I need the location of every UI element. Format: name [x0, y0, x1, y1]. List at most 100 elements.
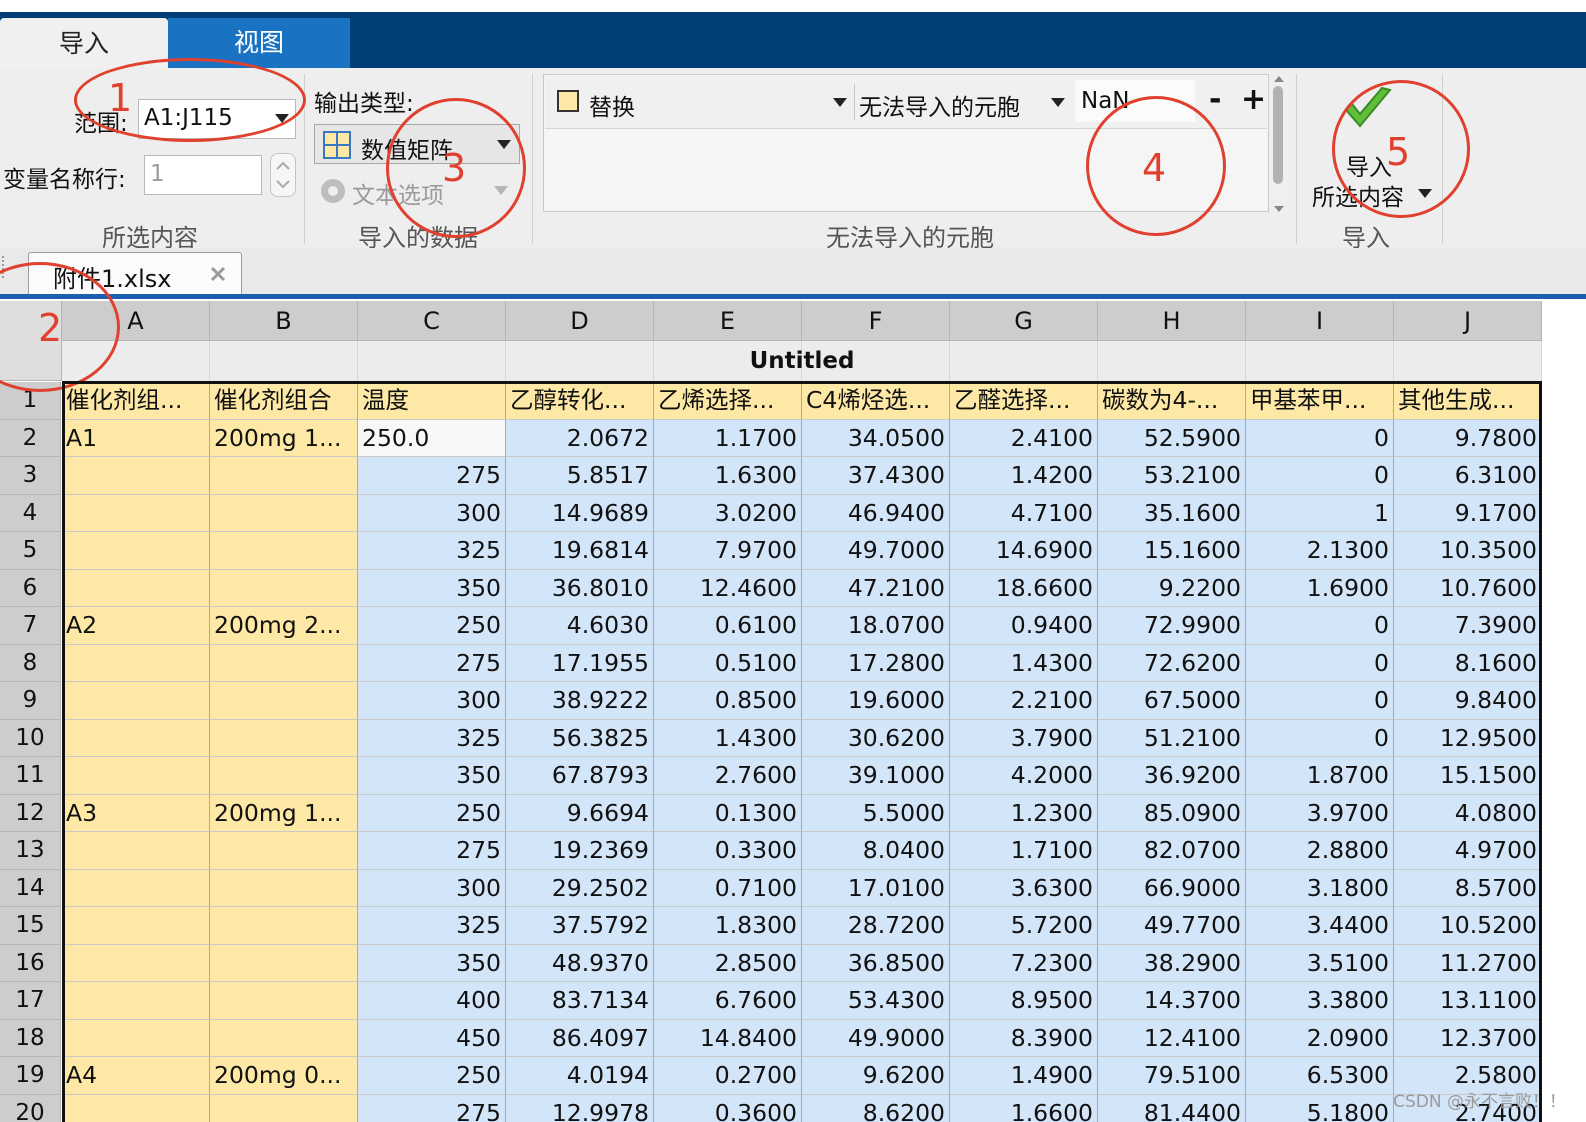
row-header[interactable]: 16 — [0, 944, 61, 982]
row-header[interactable]: 7 — [0, 607, 61, 645]
table-cell[interactable]: 34.0500 — [802, 419, 950, 457]
variable-name-cell[interactable] — [1394, 341, 1542, 381]
table-cell[interactable] — [62, 569, 210, 607]
variable-name-cell[interactable] — [1098, 341, 1246, 381]
table-cell[interactable]: 250 — [358, 607, 506, 645]
table-cell[interactable] — [210, 719, 358, 757]
table-cell[interactable]: 53.2100 — [1098, 457, 1246, 495]
table-cell[interactable]: 2.8500 — [654, 944, 802, 982]
table-cell[interactable] — [62, 1094, 210, 1122]
table-cell[interactable] — [210, 757, 358, 795]
table-cell[interactable]: 38.9222 — [506, 682, 654, 720]
table-cell[interactable]: 250 — [358, 1057, 506, 1095]
rule-action-chevron-down-icon[interactable] — [833, 98, 847, 107]
table-cell[interactable]: 19.6000 — [802, 682, 950, 720]
table-cell[interactable]: 4.0800 — [1394, 794, 1542, 832]
table-cell[interactable]: 6.5300 — [1246, 1057, 1394, 1095]
table-cell[interactable] — [62, 757, 210, 795]
table-cell[interactable]: 37.5792 — [506, 907, 654, 945]
table-cell[interactable]: 3.9700 — [1246, 794, 1394, 832]
variable-name-cell[interactable] — [210, 341, 358, 381]
table-cell[interactable]: 2.7600 — [654, 757, 802, 795]
header-cell[interactable]: 碳数为4-... — [1098, 382, 1246, 420]
table-cell[interactable]: 200mg 1... — [210, 794, 358, 832]
table-cell[interactable]: 47.2100 — [802, 569, 950, 607]
table-cell[interactable]: 79.5100 — [1098, 1057, 1246, 1095]
table-cell[interactable]: 2.4100 — [950, 419, 1098, 457]
table-cell[interactable]: 1.7100 — [950, 832, 1098, 870]
table-cell[interactable]: 0.7100 — [654, 869, 802, 907]
row-header[interactable]: 17 — [0, 982, 61, 1020]
table-cell[interactable]: 5.8517 — [506, 457, 654, 495]
row-header[interactable]: 15 — [0, 907, 61, 945]
row-header[interactable]: 20 — [0, 1094, 61, 1122]
table-cell[interactable]: 46.9400 — [802, 494, 950, 532]
table-cell[interactable]: 12.3700 — [1394, 1019, 1542, 1057]
range-dropdown[interactable]: A1:J115 — [138, 99, 296, 139]
table-cell[interactable]: 14.9689 — [506, 494, 654, 532]
table-cell[interactable]: 52.5900 — [1098, 419, 1246, 457]
table-cell[interactable] — [62, 869, 210, 907]
header-cell[interactable]: C4烯烃选... — [802, 382, 950, 420]
table-cell[interactable]: 2.1300 — [1246, 532, 1394, 570]
add-rule-button[interactable]: + — [1241, 82, 1266, 117]
table-cell[interactable]: 51.2100 — [1098, 719, 1246, 757]
table-cell[interactable]: 37.4300 — [802, 457, 950, 495]
table-cell[interactable]: 300 — [358, 682, 506, 720]
header-cell[interactable]: 乙醛选择... — [950, 382, 1098, 420]
table-cell[interactable] — [62, 944, 210, 982]
table-cell[interactable]: 11.2700 — [1394, 944, 1542, 982]
table-cell[interactable]: 12.9500 — [1394, 719, 1542, 757]
table-cell[interactable]: 6.3100 — [1394, 457, 1542, 495]
table-cell[interactable]: 2.8800 — [1246, 832, 1394, 870]
table-cell[interactable]: 1.4200 — [950, 457, 1098, 495]
table-cell[interactable]: 67.8793 — [506, 757, 654, 795]
table-cell[interactable]: 250.0 — [358, 419, 506, 457]
header-cell[interactable]: 温度 — [358, 382, 506, 420]
table-cell[interactable]: 36.8010 — [506, 569, 654, 607]
row-header[interactable]: 3 — [0, 457, 61, 495]
table-cell[interactable] — [210, 457, 358, 495]
row-header[interactable]: 2 — [0, 419, 61, 457]
table-cell[interactable]: 30.6200 — [802, 719, 950, 757]
table-cell[interactable]: 3.6300 — [950, 869, 1098, 907]
table-cell[interactable] — [62, 644, 210, 682]
table-cell[interactable]: A3 — [62, 794, 210, 832]
table-cell[interactable]: 83.7134 — [506, 982, 654, 1020]
table-cell[interactable] — [210, 869, 358, 907]
table-cell[interactable]: 275 — [358, 644, 506, 682]
table-cell[interactable]: 9.6200 — [802, 1057, 950, 1095]
row-header[interactable]: 13 — [0, 832, 61, 870]
table-cell[interactable]: A2 — [62, 607, 210, 645]
row-header[interactable]: 5 — [0, 532, 61, 570]
table-cell[interactable]: 17.0100 — [802, 869, 950, 907]
text-options-button[interactable]: 文本选项 — [316, 174, 516, 209]
table-cell[interactable]: 36.8500 — [802, 944, 950, 982]
table-cell[interactable]: 350 — [358, 944, 506, 982]
table-cell[interactable]: 12.4600 — [654, 569, 802, 607]
table-cell[interactable]: 12.4100 — [1098, 1019, 1246, 1057]
table-cell[interactable]: 0.6100 — [654, 607, 802, 645]
tab-import[interactable]: 导入 — [0, 18, 168, 70]
table-cell[interactable]: 9.1700 — [1394, 494, 1542, 532]
table-cell[interactable]: 350 — [358, 569, 506, 607]
table-cell[interactable] — [210, 944, 358, 982]
row-header[interactable]: 4 — [0, 494, 61, 532]
table-cell[interactable] — [210, 832, 358, 870]
table-cell[interactable]: 49.9000 — [802, 1019, 950, 1057]
table-cell[interactable]: 13.1100 — [1394, 982, 1542, 1020]
column-header[interactable]: I — [1246, 301, 1394, 341]
import-selection-button[interactable]: 导入 所选内容 — [1306, 80, 1438, 212]
table-cell[interactable]: 4.7100 — [950, 494, 1098, 532]
row-header[interactable]: 6 — [0, 569, 61, 607]
table-cell[interactable]: 1.4300 — [950, 644, 1098, 682]
table-cell[interactable]: 9.8400 — [1394, 682, 1542, 720]
table-cell[interactable]: 36.9200 — [1098, 757, 1246, 795]
table-cell[interactable]: 350 — [358, 757, 506, 795]
row-header[interactable]: 19 — [0, 1057, 61, 1095]
table-cell[interactable]: 19.2369 — [506, 832, 654, 870]
table-cell[interactable] — [62, 907, 210, 945]
table-cell[interactable]: 38.2900 — [1098, 944, 1246, 982]
table-cell[interactable]: 10.5200 — [1394, 907, 1542, 945]
table-cell[interactable] — [210, 532, 358, 570]
